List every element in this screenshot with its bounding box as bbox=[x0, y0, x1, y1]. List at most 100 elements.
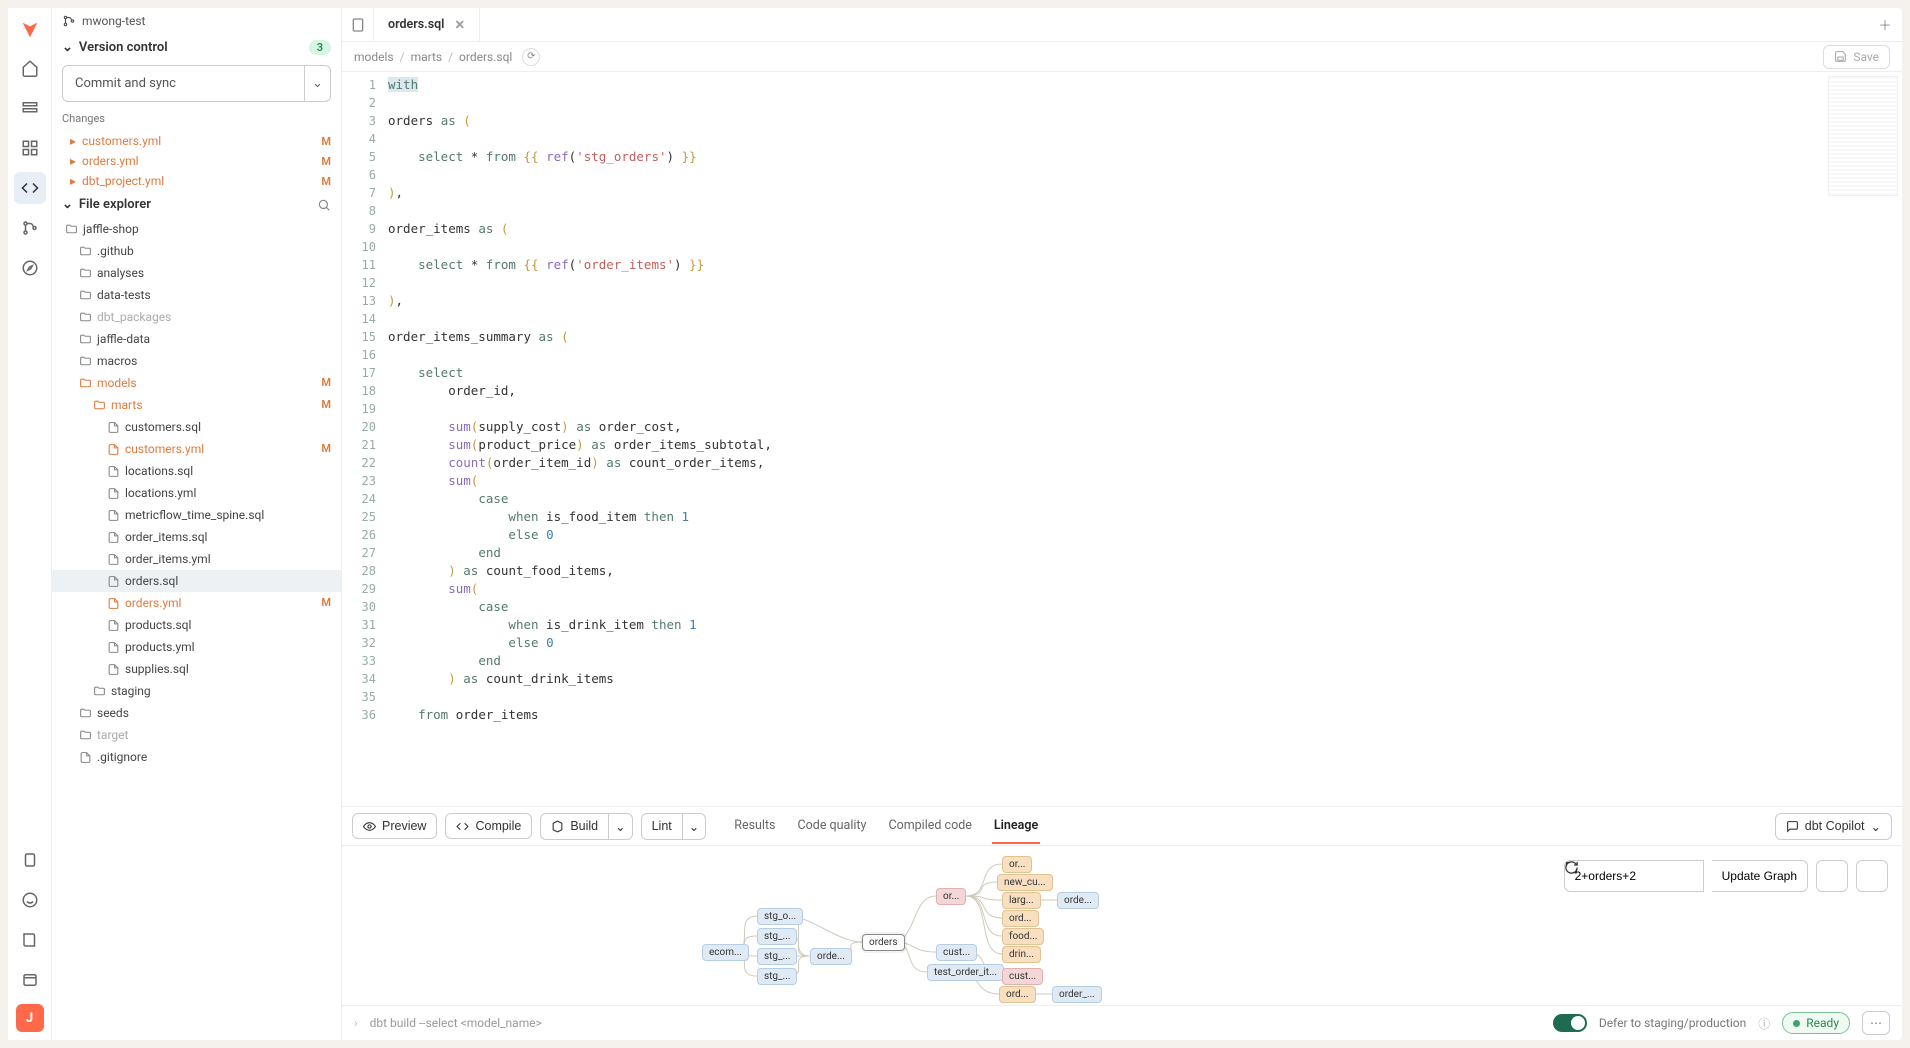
tree-file[interactable]: order_items.sql bbox=[52, 526, 341, 548]
lint-dropdown[interactable]: ⌄ bbox=[683, 813, 706, 840]
lineage-node[interactable]: or... bbox=[936, 888, 966, 905]
nav-support[interactable] bbox=[14, 884, 46, 916]
branch-indicator[interactable]: mwong-test bbox=[52, 8, 341, 34]
tree-file[interactable]: order_items.yml bbox=[52, 548, 341, 570]
code-content[interactable]: with orders as ( select * from {{ ref('s… bbox=[384, 72, 1902, 806]
refresh-icon[interactable]: ⟳ bbox=[522, 48, 540, 66]
fullscreen-icon[interactable] bbox=[1816, 860, 1848, 892]
tree-folder[interactable]: target bbox=[52, 724, 341, 746]
copilot-button[interactable]: dbt Copilot ⌄ bbox=[1775, 813, 1892, 840]
tree-folder[interactable]: staging bbox=[52, 680, 341, 702]
nav-book[interactable] bbox=[14, 924, 46, 956]
tree-folder[interactable]: macros bbox=[52, 350, 341, 372]
tree-file[interactable]: customers.ymlM bbox=[52, 438, 341, 460]
tree-folder[interactable]: .github bbox=[52, 240, 341, 262]
nav-window[interactable] bbox=[14, 964, 46, 996]
version-control-header[interactable]: ⌄ Version control 3 bbox=[52, 34, 341, 61]
lineage-node[interactable]: orde... bbox=[810, 948, 852, 965]
minimap[interactable] bbox=[1828, 76, 1898, 196]
tree-file[interactable]: locations.yml bbox=[52, 482, 341, 504]
tree-file[interactable]: products.sql bbox=[52, 614, 341, 636]
tree-file[interactable]: locations.sql bbox=[52, 460, 341, 482]
lineage-node[interactable]: stg_... bbox=[757, 928, 797, 945]
results-tab[interactable]: Compiled code bbox=[886, 809, 973, 844]
tree-folder[interactable]: dbt_packages bbox=[52, 306, 341, 328]
lineage-node[interactable]: food... bbox=[1002, 928, 1044, 945]
changed-file[interactable]: ▸orders.ymlM bbox=[52, 151, 341, 171]
nav-branch[interactable] bbox=[14, 212, 46, 244]
update-graph-button[interactable]: Update Graph bbox=[1712, 860, 1808, 892]
lineage-node[interactable]: stg_... bbox=[757, 948, 797, 965]
lineage-node[interactable]: or... bbox=[1002, 856, 1032, 873]
tree-file[interactable]: .gitignore bbox=[52, 746, 341, 768]
editor-tab[interactable]: orders.sql ✕ bbox=[374, 8, 480, 41]
command-hint[interactable]: dbt build --select <model_name> bbox=[370, 1016, 542, 1030]
crumb[interactable]: models bbox=[354, 50, 394, 64]
nav-grid[interactable] bbox=[14, 132, 46, 164]
lineage-node[interactable]: ord... bbox=[999, 986, 1036, 1003]
lineage-node[interactable]: ord... bbox=[1002, 910, 1039, 927]
crumb[interactable]: orders.sql bbox=[459, 50, 512, 64]
lineage-node[interactable]: orde... bbox=[1057, 892, 1099, 909]
build-button[interactable]: Build bbox=[540, 813, 609, 840]
lineage-node[interactable]: stg_... bbox=[757, 968, 797, 985]
lineage-node[interactable]: cust... bbox=[1002, 968, 1043, 985]
nav-avatar[interactable]: J bbox=[16, 1004, 44, 1032]
close-icon[interactable]: ✕ bbox=[454, 17, 464, 33]
nav-clipboard[interactable] bbox=[14, 844, 46, 876]
results-tab[interactable]: Code quality bbox=[796, 809, 869, 844]
lineage-node[interactable]: orders bbox=[862, 934, 905, 951]
tree-folder[interactable]: jaffle-data bbox=[52, 328, 341, 350]
lineage-node[interactable]: new_cu... bbox=[997, 874, 1053, 891]
refresh-graph-icon[interactable] bbox=[1856, 860, 1888, 892]
lineage-node[interactable]: stg_o... bbox=[757, 908, 803, 925]
search-icon[interactable] bbox=[317, 198, 331, 212]
tree-folder[interactable]: analyses bbox=[52, 262, 341, 284]
new-tab-button[interactable]: ＋ bbox=[1868, 8, 1902, 41]
nav-data[interactable] bbox=[14, 92, 46, 124]
changed-file[interactable]: ▸dbt_project.ymlM bbox=[52, 171, 341, 191]
commit-button[interactable]: Commit and sync ⌄ bbox=[62, 65, 331, 102]
compile-button[interactable]: Compile bbox=[445, 813, 532, 839]
nav-home[interactable] bbox=[14, 52, 46, 84]
results-tab[interactable]: Results bbox=[732, 809, 777, 844]
changes-badge: 3 bbox=[309, 40, 331, 55]
save-button[interactable]: Save bbox=[1823, 45, 1890, 69]
lineage-filter-input[interactable] bbox=[1564, 860, 1704, 892]
defer-toggle[interactable] bbox=[1553, 1014, 1587, 1032]
commit-dropdown[interactable]: ⌄ bbox=[304, 66, 330, 101]
preview-button[interactable]: Preview bbox=[352, 813, 437, 839]
tree-file[interactable]: customers.sql bbox=[52, 416, 341, 438]
lineage-panel[interactable]: ecom...stg_o...stg_...stg_...stg_...orde… bbox=[342, 846, 1902, 1006]
lineage-node[interactable]: larg... bbox=[1002, 892, 1041, 909]
tree-folder[interactable]: modelsM bbox=[52, 372, 341, 394]
tree-file[interactable]: supplies.sql bbox=[52, 658, 341, 680]
tree-file[interactable]: metricflow_time_spine.sql bbox=[52, 504, 341, 526]
tree-folder[interactable]: seeds bbox=[52, 702, 341, 724]
lineage-node[interactable]: test_order_it... bbox=[927, 964, 1004, 981]
lint-button[interactable]: Lint bbox=[641, 813, 683, 840]
tree-file[interactable]: products.yml bbox=[52, 636, 341, 658]
file-explorer-header[interactable]: ⌄ File explorer bbox=[52, 191, 341, 218]
nav-ide[interactable] bbox=[14, 172, 46, 204]
lineage-node[interactable]: drin... bbox=[1002, 946, 1041, 963]
chevron-right-icon: › bbox=[354, 1016, 358, 1030]
file-chip-icon[interactable] bbox=[342, 8, 374, 41]
lineage-node[interactable]: ecom... bbox=[702, 944, 749, 961]
help-icon[interactable]: ⓘ bbox=[1758, 1015, 1770, 1032]
more-icon[interactable]: ⋯ bbox=[1862, 1011, 1890, 1035]
lineage-node[interactable]: cust... bbox=[936, 944, 977, 961]
tree-file[interactable]: orders.sql bbox=[52, 570, 341, 592]
results-tab[interactable]: Lineage bbox=[992, 809, 1040, 844]
crumb[interactable]: marts bbox=[411, 50, 443, 64]
tree-file[interactable]: orders.ymlM bbox=[52, 592, 341, 614]
tree-folder[interactable]: jaffle-shop bbox=[52, 218, 341, 240]
tree-folder[interactable]: data-tests bbox=[52, 284, 341, 306]
build-dropdown[interactable]: ⌄ bbox=[609, 813, 632, 840]
folder-icon bbox=[78, 333, 92, 346]
nav-compass[interactable] bbox=[14, 252, 46, 284]
tree-folder[interactable]: martsM bbox=[52, 394, 341, 416]
code-editor[interactable]: 1234567891011121314151617181920212223242… bbox=[342, 72, 1902, 806]
lineage-node[interactable]: order_... bbox=[1052, 986, 1102, 1003]
changed-file[interactable]: ▸customers.ymlM bbox=[52, 131, 341, 151]
